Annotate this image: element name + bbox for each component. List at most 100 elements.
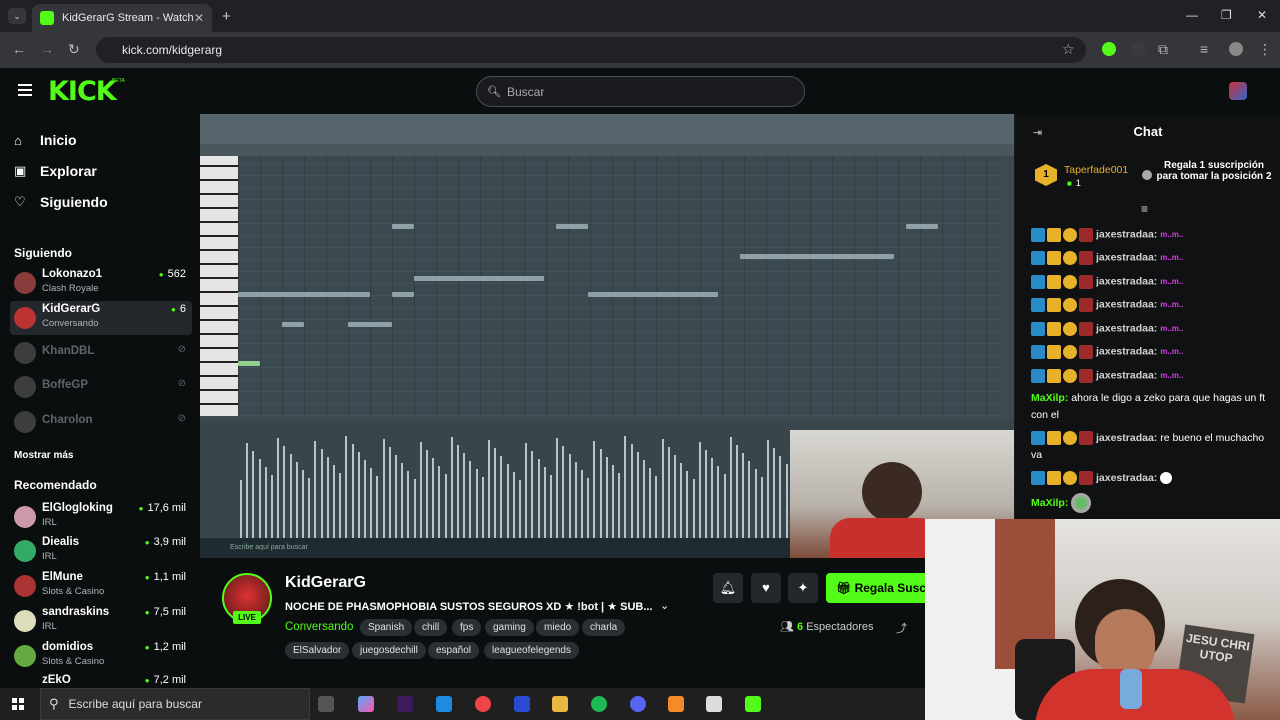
kick-app-icon[interactable] <box>745 696 761 712</box>
tag[interactable]: ElSalvador <box>285 642 350 659</box>
daw-velocity-bar <box>680 463 683 540</box>
close-tab-icon[interactable]: ✕ <box>194 11 204 25</box>
following-channel[interactable]: Lokonazo1 Clash Royale 562 <box>10 266 192 300</box>
tag[interactable]: miedo <box>536 619 580 636</box>
following-channel-offline[interactable]: Charolon ⊘ <box>10 405 192 439</box>
new-tab-button[interactable]: + <box>222 8 231 25</box>
avatar <box>14 272 36 294</box>
chat-username[interactable]: MaXilp: <box>1031 392 1068 404</box>
edge-icon[interactable] <box>436 696 452 712</box>
kick-logo[interactable]: KICK <box>48 76 117 107</box>
chat-emote: m..m.. <box>1160 230 1184 239</box>
tag[interactable]: leagueofelegends <box>484 642 579 659</box>
daw-velocity-bar <box>475 469 478 540</box>
chat-username[interactable]: jaxestradaa: <box>1096 251 1157 263</box>
reload-icon[interactable]: ↻ <box>68 41 80 58</box>
following-channel-offline[interactable]: BoffeGP ⊘ <box>10 370 192 404</box>
app-l-icon[interactable] <box>514 696 530 712</box>
following-channel-active[interactable]: KidGerarG Conversando 6 <box>10 301 192 335</box>
url-field[interactable]: kick.com/kidgerarg <box>96 37 1086 63</box>
premiere-icon[interactable] <box>397 696 413 712</box>
recommended-channel[interactable]: ElGlogloking IRL 17,6 mil <box>10 500 192 534</box>
taskbar-search-input[interactable]: ⚲ Escribe aquí para buscar <box>40 688 310 720</box>
show-more-link[interactable]: Mostrar más <box>14 450 73 461</box>
minimize-window-icon[interactable]: — <box>1186 8 1198 22</box>
notification-bell-icon[interactable]: 🔔︎ <box>713 573 743 603</box>
share-icon[interactable]: ⤴ <box>896 620 907 636</box>
sidebar-item-siguiendo[interactable]: ♡ Siguiendo <box>14 194 108 210</box>
discord-icon[interactable] <box>630 696 646 712</box>
follow-heart-icon[interactable]: ♥ <box>751 573 781 603</box>
daw-velocity-bar <box>302 470 304 540</box>
bookmark-star-icon[interactable]: ☆ <box>1062 41 1075 58</box>
chevron-down-icon[interactable]: ⌄ <box>660 599 669 612</box>
copilot-icon[interactable] <box>358 696 374 712</box>
chat-username[interactable]: jaxestradaa: <box>1096 345 1157 357</box>
task-view-icon[interactable] <box>318 696 334 712</box>
taskbar-search-placeholder: Escribe aquí para buscar <box>68 697 202 711</box>
fl-studio-icon[interactable] <box>668 696 684 712</box>
badge-icon <box>1031 274 1045 289</box>
daw-velocity-bar <box>624 436 627 540</box>
chrome-icon[interactable] <box>475 696 491 712</box>
chat-message: MaXilp: ahora le digo a zeko para que ha… <box>1031 390 1271 424</box>
top-gifter-name[interactable]: Taperfade001 <box>1064 164 1128 176</box>
chat-username[interactable]: jaxestradaa: <box>1096 322 1157 334</box>
file-explorer-icon[interactable] <box>552 696 568 712</box>
menu-hamburger-icon[interactable] <box>18 84 32 96</box>
search-input[interactable]: 🔍︎ Buscar <box>476 76 805 107</box>
spotify-icon[interactable] <box>591 696 607 712</box>
extension-icon[interactable] <box>1132 42 1146 56</box>
tag[interactable]: chill <box>414 619 448 636</box>
browser-menu-icon[interactable]: ⋮ <box>1258 41 1272 58</box>
maximize-window-icon[interactable]: ❐ <box>1221 8 1232 22</box>
daw-velocity-bar <box>277 438 280 540</box>
user-badges <box>1031 297 1093 312</box>
tag[interactable]: gaming <box>485 619 534 636</box>
chat-message: jaxestradaa: m..m.. <box>1031 320 1271 337</box>
tag[interactable]: juegosdechill <box>352 642 426 659</box>
back-arrow-icon[interactable]: ← <box>12 41 26 57</box>
chat-filter-icon[interactable]: ≡ <box>1141 202 1148 216</box>
recommended-channel[interactable]: domidios Slots & Casino 1,2 mil <box>10 639 192 673</box>
daw-velocity-bar <box>649 468 652 540</box>
chat-username[interactable]: jaxestradaa: <box>1096 432 1157 444</box>
tag[interactable]: Spanish <box>360 619 413 636</box>
browser-tab-active[interactable]: KidGerarG Stream - Watch Live ✕ <box>32 4 212 32</box>
extension-kick-icon[interactable] <box>1102 42 1116 56</box>
daw-note <box>392 224 414 229</box>
daw-velocity-bar <box>320 449 323 540</box>
extensions-puzzle-icon[interactable]: ⧉ <box>1158 41 1168 58</box>
chat-username[interactable]: MaXilp: <box>1031 497 1068 509</box>
following-channel-offline[interactable]: KhanDBL ⊘ <box>10 336 192 370</box>
recommended-channel[interactable]: ElMune Slots & Casino 1,1 mil <box>10 569 192 603</box>
close-window-icon[interactable]: ✕ <box>1257 8 1267 22</box>
sidebar-item-explorar[interactable]: ▣ Explorar <box>14 163 97 179</box>
daw-velocity-bar <box>258 459 261 540</box>
tab-search-button[interactable]: ⌄ <box>8 8 26 24</box>
chat-username[interactable]: jaxestradaa: <box>1096 275 1157 287</box>
profile-icon[interactable] <box>1229 42 1243 56</box>
tag[interactable]: charla <box>582 619 626 636</box>
tag[interactable]: español <box>428 642 480 659</box>
tag[interactable]: fps <box>452 619 482 636</box>
chat-username[interactable]: jaxestradaa: <box>1096 298 1157 310</box>
sidebar-item-inicio[interactable]: ⌂ Inicio <box>14 132 77 148</box>
app-icon[interactable] <box>706 696 722 712</box>
avatar-badge-icon <box>1079 227 1093 242</box>
windows-start-icon[interactable] <box>12 698 24 710</box>
media-control-icon[interactable]: ≡ <box>1200 41 1208 57</box>
stream-category-link[interactable]: Conversando <box>285 621 353 633</box>
recommended-channel[interactable]: sandraskins IRL 7,5 mil <box>10 604 192 638</box>
chat-username[interactable]: jaxestradaa: <box>1096 228 1157 240</box>
gift-promo-text[interactable]: Regala 1 suscripción para tomar la posic… <box>1155 160 1273 182</box>
chat-username[interactable]: jaxestradaa: <box>1096 369 1157 381</box>
video-player[interactable]: Escribe aquí para buscar <box>200 114 1014 558</box>
forward-arrow-icon[interactable]: → <box>40 41 54 57</box>
channel-name[interactable]: KidGerarG <box>285 574 366 592</box>
recommended-channel[interactable]: zEkO 7,2 mil <box>10 672 192 688</box>
chat-username[interactable]: jaxestradaa: <box>1096 472 1157 484</box>
recommended-channel[interactable]: Diealis IRL 3,9 mil <box>10 534 192 568</box>
clip-sparkle-icon[interactable]: ✦ <box>788 573 818 603</box>
user-avatar[interactable] <box>1229 82 1247 100</box>
